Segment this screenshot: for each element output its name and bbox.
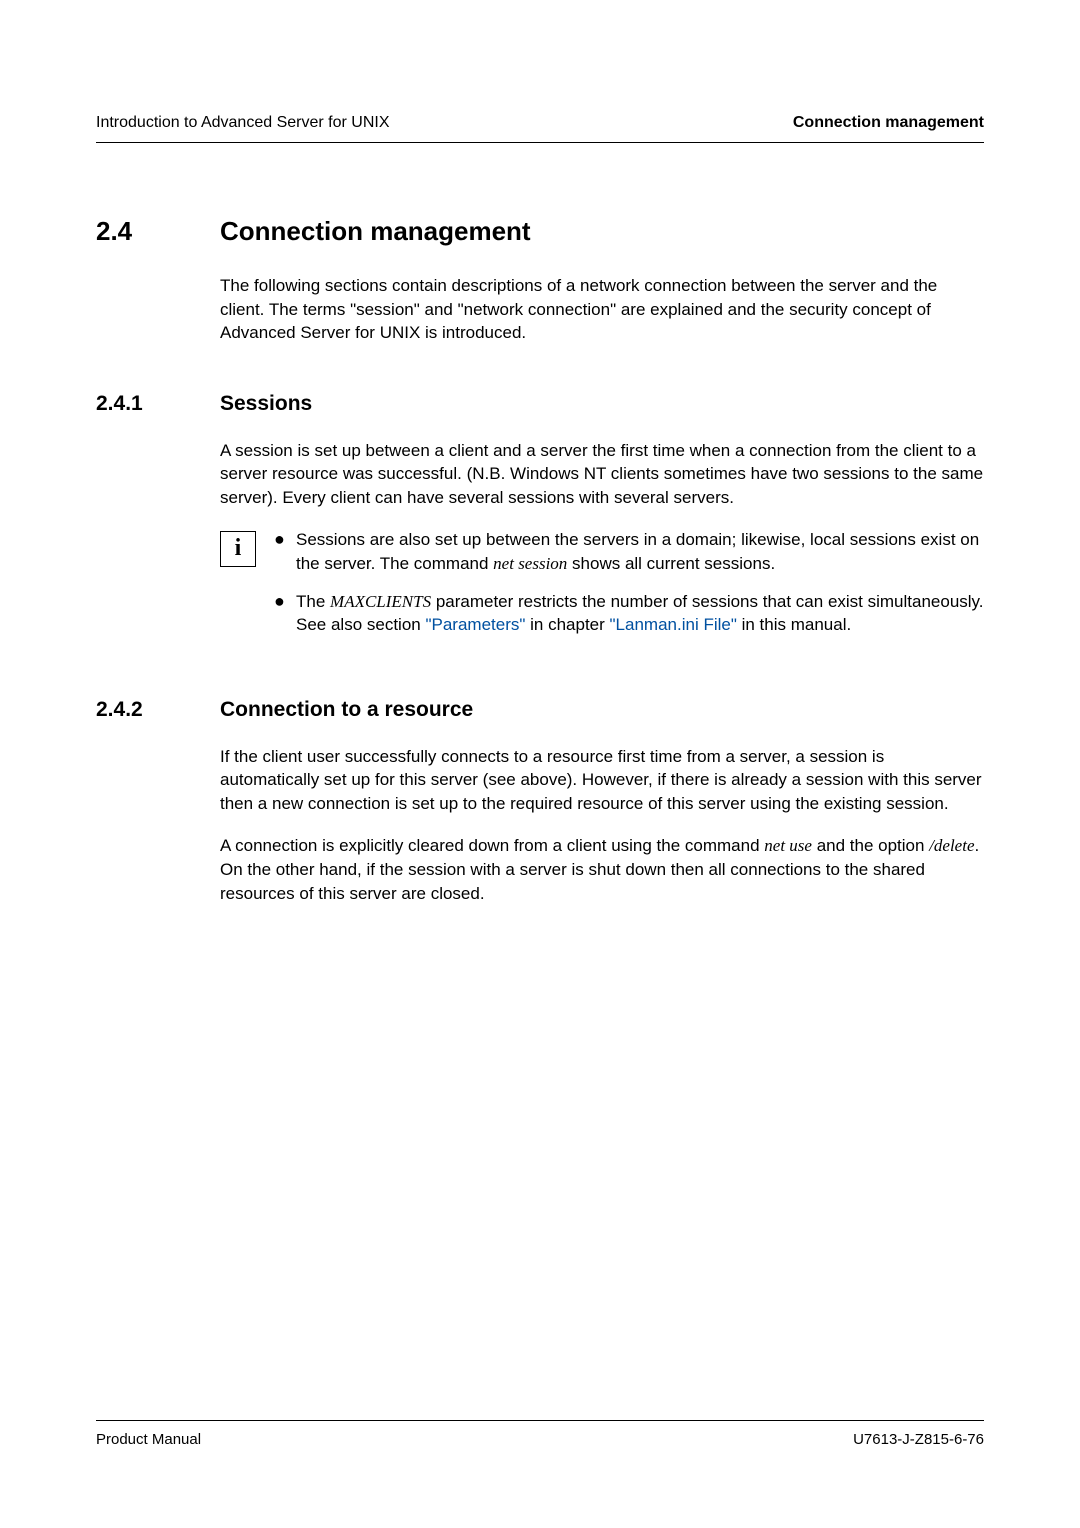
page-container: Introduction to Advanced Server for UNIX… <box>0 0 1080 1528</box>
section-intro: The following sections contain descripti… <box>220 274 984 345</box>
subsection-1-title: Sessions <box>220 389 312 418</box>
subsection-1-number: 2.4.1 <box>96 389 220 418</box>
section-title: Connection management <box>220 213 531 249</box>
section-heading: 2.4 Connection management <box>96 213 984 249</box>
subsection-2-para-2: A connection is explicitly cleared down … <box>220 834 984 905</box>
subsection-2-para-1: If the client user successfully connects… <box>220 745 984 816</box>
page-header: Introduction to Advanced Server for UNIX… <box>96 112 984 143</box>
command-text: net use <box>764 836 812 855</box>
link-lanman-ini[interactable]: "Lanman.ini File" <box>610 615 737 634</box>
info-bullet-1-text: Sessions are also set up between the ser… <box>296 528 984 576</box>
info-bullet-list: ● Sessions are also set up between the s… <box>274 528 984 651</box>
header-left: Introduction to Advanced Server for UNIX <box>96 112 389 134</box>
info-icon-glyph: i <box>235 532 242 566</box>
header-right: Connection management <box>793 112 984 134</box>
info-bullet-1: ● Sessions are also set up between the s… <box>274 528 984 576</box>
footer-right: U7613-J-Z815-6-76 <box>853 1429 984 1450</box>
command-text: net session <box>493 554 567 573</box>
page-footer: Product Manual U7613-J-Z815-6-76 <box>96 1420 984 1450</box>
info-bullet-2-text: The MAXCLIENTS parameter restricts the n… <box>296 590 984 638</box>
info-note-block: i ● Sessions are also set up between the… <box>220 528 984 651</box>
subsection-2-title: Connection to a resource <box>220 695 473 724</box>
subsection-2-number: 2.4.2 <box>96 695 220 724</box>
subsection-2-heading: 2.4.2 Connection to a resource <box>96 695 984 724</box>
text-fragment: shows all current sessions. <box>567 554 775 573</box>
link-parameters[interactable]: "Parameters" <box>425 615 525 634</box>
parameter-text: MAXCLIENTS <box>330 592 431 611</box>
text-fragment: in this manual. <box>737 615 851 634</box>
command-text: /delete <box>929 836 974 855</box>
text-fragment: and the option <box>812 836 929 855</box>
subsection-1-heading: 2.4.1 Sessions <box>96 389 984 418</box>
subsection-1-para: A session is set up between a client and… <box>220 439 984 510</box>
footer-left: Product Manual <box>96 1429 201 1450</box>
info-bullet-2: ● The MAXCLIENTS parameter restricts the… <box>274 590 984 638</box>
bullet-icon: ● <box>274 528 296 576</box>
text-fragment: A connection is explicitly cleared down … <box>220 836 764 855</box>
text-fragment: in chapter <box>525 615 609 634</box>
text-fragment: The <box>296 592 330 611</box>
info-icon: i <box>220 531 256 567</box>
bullet-icon: ● <box>274 590 296 638</box>
section-number: 2.4 <box>96 213 220 249</box>
